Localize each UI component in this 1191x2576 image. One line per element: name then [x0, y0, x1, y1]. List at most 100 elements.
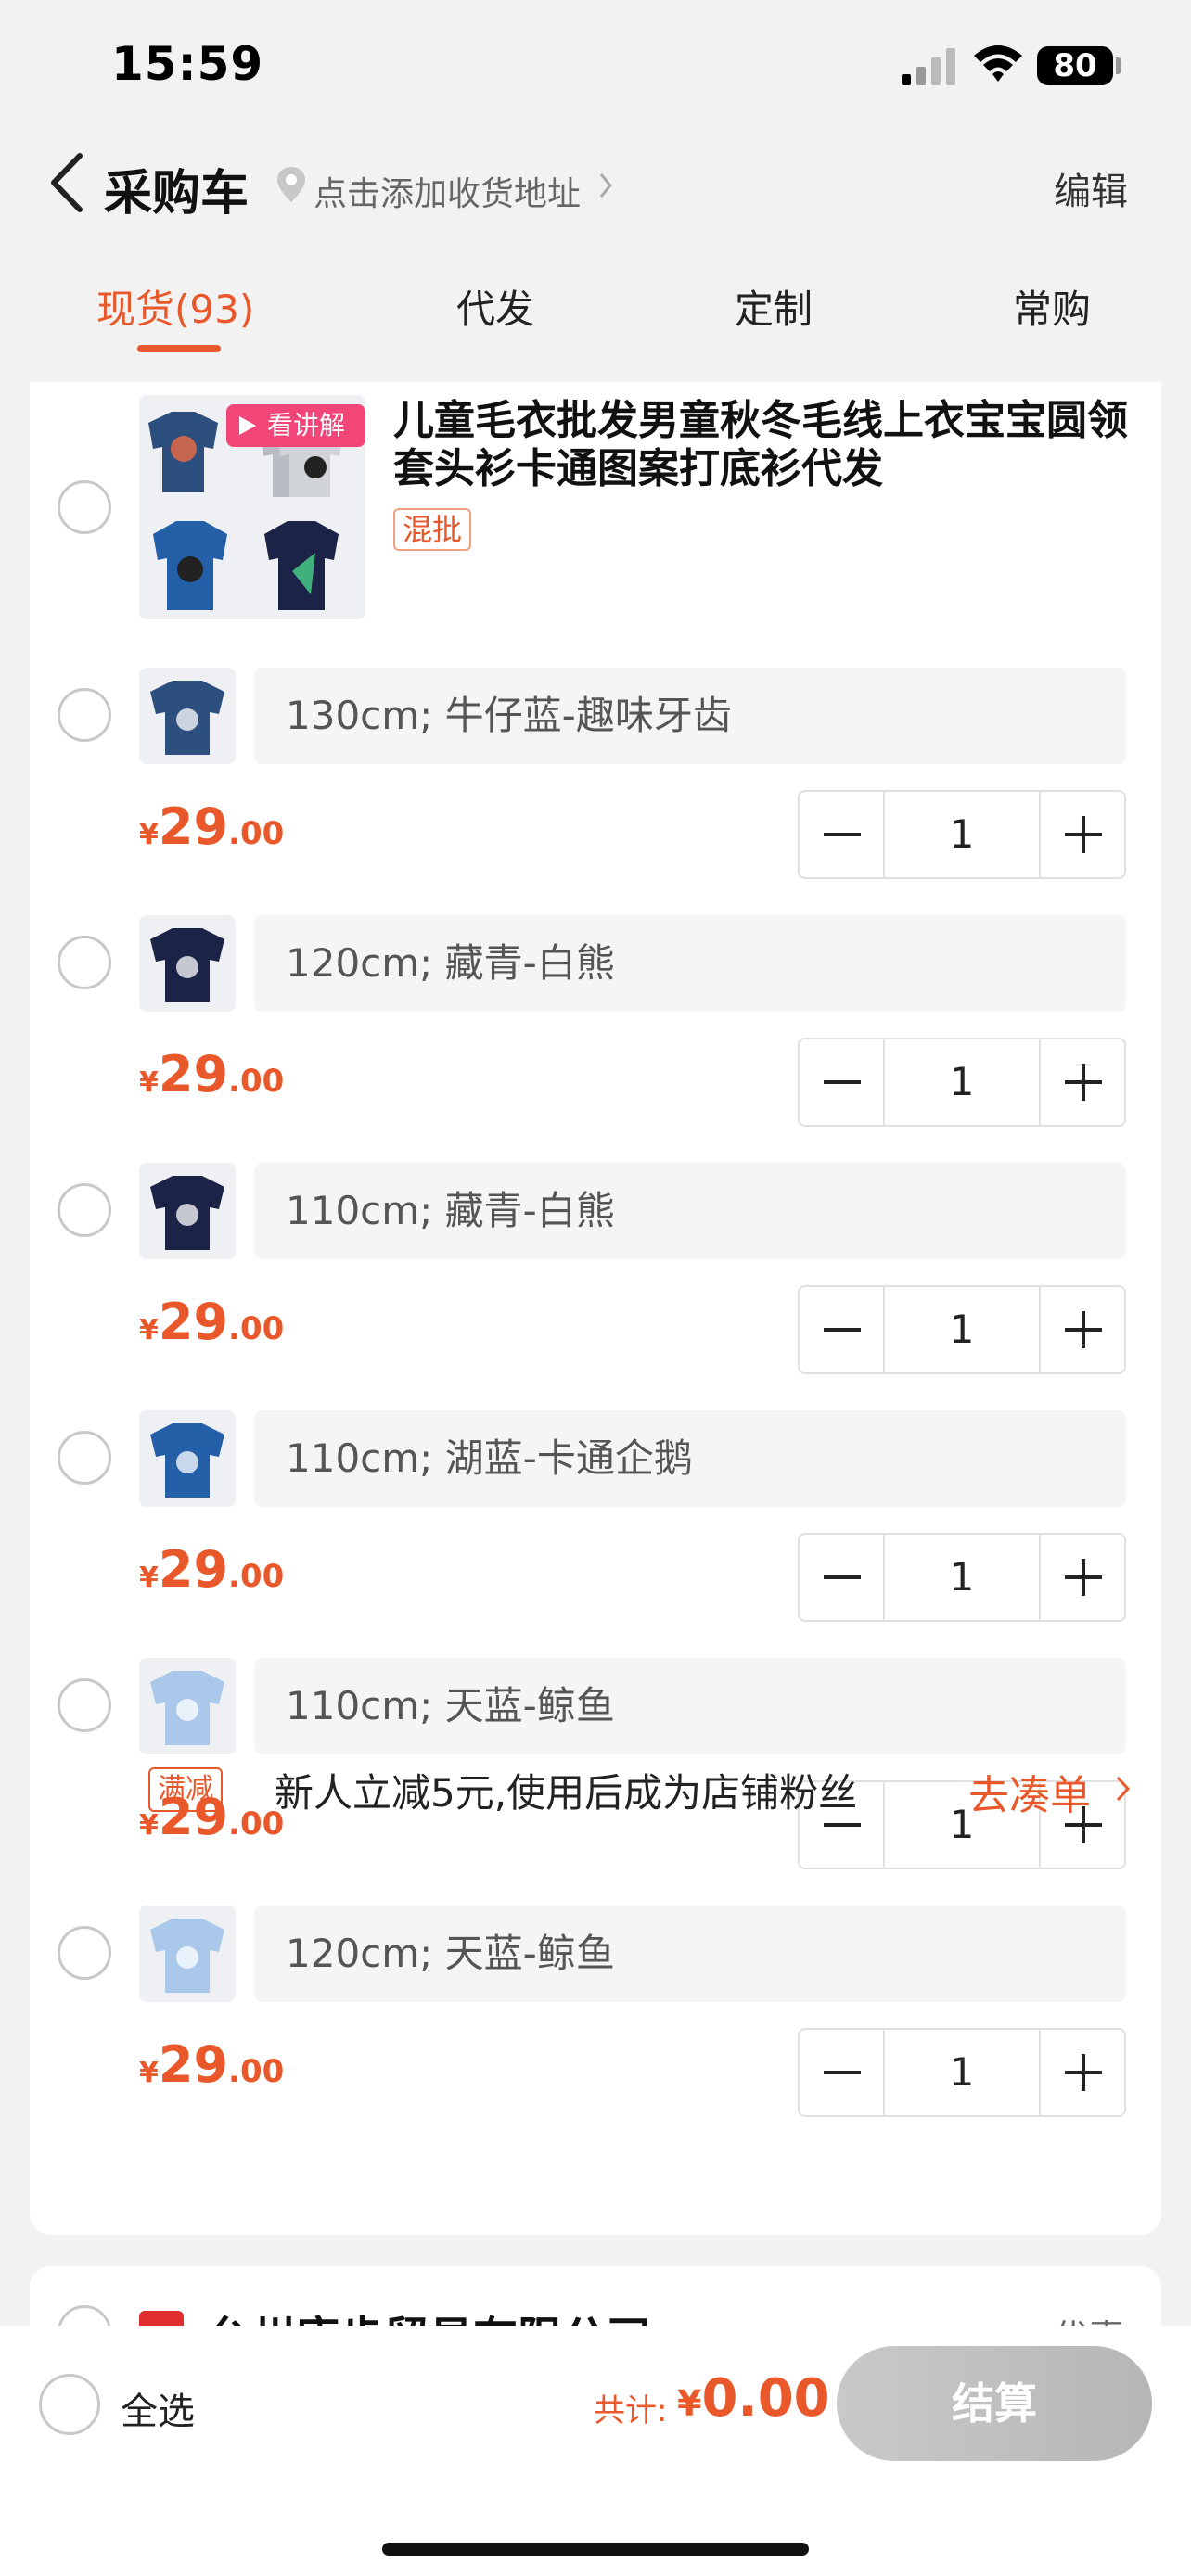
price-currency: ¥ — [139, 819, 159, 851]
sku-price: ¥29.00 — [139, 1540, 284, 1599]
minus-icon — [824, 1823, 861, 1827]
sku-select-radio[interactable] — [58, 1926, 111, 1980]
home-indicator — [382, 2543, 809, 2556]
total-label: 共计: — [594, 2392, 668, 2429]
edit-button[interactable]: 编辑 — [1054, 161, 1128, 215]
total-value: 0.00 — [701, 2368, 830, 2429]
tab-custom[interactable]: 定制 — [735, 278, 813, 335]
sku-thumbnail[interactable] — [139, 915, 236, 1012]
sku-thumbnail[interactable] — [139, 1906, 236, 2002]
quantity-value[interactable]: 1 — [885, 2030, 1039, 2115]
tab-frequent[interactable]: 常购 — [1013, 278, 1091, 335]
price-currency: ¥ — [139, 1066, 159, 1099]
product-select-radio[interactable] — [58, 480, 111, 534]
quantity-value[interactable]: 1 — [885, 1039, 1039, 1125]
plus-icon-bar — [1082, 816, 1085, 853]
minus-icon — [824, 833, 861, 836]
increase-button[interactable] — [1039, 1287, 1124, 1372]
decrease-button[interactable] — [800, 1287, 885, 1372]
sku-spec[interactable]: 110cm; 天蓝-鲸鱼 — [254, 1658, 1126, 1754]
price-integer: 29 — [158, 2035, 229, 2094]
price-currency: ¥ — [139, 1562, 159, 1594]
sku-spec[interactable]: 110cm; 藏青-白熊 — [254, 1163, 1126, 1259]
decrease-button[interactable] — [800, 2030, 885, 2115]
tab-in-stock[interactable]: 现货(93) — [96, 278, 254, 335]
chevron-right-icon — [599, 173, 612, 198]
sku-select-radio[interactable] — [58, 688, 111, 742]
increase-button[interactable] — [1039, 1039, 1124, 1125]
signal-icon — [902, 48, 955, 85]
sku-thumbnail[interactable] — [139, 1163, 236, 1259]
increase-button[interactable] — [1039, 792, 1124, 877]
sku-spec[interactable]: 110cm; 湖蓝-卡通企鹅 — [254, 1410, 1126, 1507]
sku-thumbnail-graphic — [139, 1163, 236, 1259]
play-icon — [239, 416, 256, 435]
battery-indicator: 80 — [1037, 46, 1113, 85]
sku-thumbnail[interactable] — [139, 1658, 236, 1754]
quantity-value[interactable]: 1 — [885, 792, 1039, 877]
mixed-batch-tag: 混批 — [393, 508, 472, 551]
location-pin-icon[interactable] — [275, 165, 308, 204]
minus-icon — [824, 1328, 861, 1332]
status-time: 15:59 — [111, 37, 264, 91]
sku-price: ¥29.00 — [139, 1045, 284, 1103]
sku-thumbnail[interactable] — [139, 668, 236, 764]
select-all-radio[interactable] — [39, 2374, 100, 2435]
decrease-button[interactable] — [800, 1039, 885, 1125]
minus-icon — [824, 2071, 861, 2074]
tab-dropship[interactable]: 代发 — [456, 278, 534, 335]
sku-thumbnail-graphic — [139, 915, 236, 1012]
price-currency: ¥ — [139, 2057, 159, 2089]
quantity-value[interactable]: 1 — [885, 1287, 1039, 1372]
price-decimal: .00 — [228, 1310, 285, 1347]
add-address-link[interactable]: 点击添加收货地址 — [314, 167, 581, 215]
plus-icon-bar — [1082, 1311, 1085, 1348]
cart-page: 15:59 80 采购车 点击添加收货地址 编辑 现货(93) 代发 定制 常购… — [0, 0, 1191, 2576]
back-arrow-icon[interactable] — [45, 150, 91, 215]
checkout-button[interactable]: 结算 — [837, 2346, 1152, 2461]
add-more-link[interactable]: 去凑单 — [968, 1762, 1091, 1821]
battery-tip — [1116, 57, 1121, 74]
nav-bar: 采购车 点击添加收货地址 编辑 — [0, 130, 1191, 241]
quantity-value[interactable]: 1 — [885, 1535, 1039, 1620]
increase-button[interactable] — [1039, 1535, 1124, 1620]
price-integer: 29 — [158, 1540, 229, 1599]
sku-price: ¥29.00 — [139, 2035, 284, 2094]
sku-select-radio[interactable] — [58, 936, 111, 989]
promo-text: 新人立减5元,使用后成为店铺粉丝 — [275, 1770, 858, 1816]
cart-tabs: 现货(93) 代发 定制 常购 — [0, 269, 1191, 371]
quantity-stepper: 1 — [798, 1533, 1126, 1622]
plus-icon-bar — [1082, 1559, 1085, 1596]
price-integer: 29 — [158, 1045, 229, 1103]
sku-thumbnail-graphic — [139, 1906, 236, 2002]
minus-icon — [824, 1080, 861, 1084]
price-decimal: .00 — [228, 1558, 285, 1595]
price-currency: ¥ — [139, 1809, 159, 1842]
price-decimal: .00 — [228, 1063, 285, 1100]
plus-icon-bar — [1082, 1064, 1085, 1101]
sku-select-radio[interactable] — [58, 1183, 111, 1237]
sku-spec[interactable]: 120cm; 藏青-白熊 — [254, 915, 1126, 1012]
checkout-bar: 全选 共计: ¥0.00 结算 — [0, 2326, 1191, 2576]
sku-price: ¥29.00 — [139, 797, 284, 856]
total-amount: ¥0.00 — [677, 2368, 830, 2429]
decrease-button[interactable] — [800, 792, 885, 877]
sku-select-radio[interactable] — [58, 1431, 111, 1485]
product-title[interactable]: 儿童毛衣批发男童秋冬毛线上衣宝宝圆领套头衫卡通图案打底衫代发 — [393, 397, 1145, 493]
sku-thumbnail-graphic — [139, 1658, 236, 1754]
sku-spec[interactable]: 120cm; 天蓝-鲸鱼 — [254, 1906, 1126, 2002]
total-currency: ¥ — [677, 2383, 702, 2424]
select-all-label[interactable]: 全选 — [121, 2381, 195, 2435]
quantity-stepper: 1 — [798, 1285, 1126, 1374]
active-tab-indicator — [137, 345, 221, 352]
sku-thumbnail[interactable] — [139, 1410, 236, 1507]
sku-spec[interactable]: 130cm; 牛仔蓝-趣味牙齿 — [254, 668, 1126, 764]
price-integer: 29 — [158, 797, 229, 856]
increase-button[interactable] — [1039, 2030, 1124, 2115]
sku-select-radio[interactable] — [58, 1678, 111, 1732]
sku-thumbnail-graphic — [139, 1410, 236, 1507]
sku-thumbnail-graphic — [139, 668, 236, 764]
product-card: 看讲解 儿童毛衣批发男童秋冬毛线上衣宝宝圆领套头衫卡通图案打底衫代发 混批 13… — [30, 382, 1161, 2235]
wifi-icon — [974, 45, 1022, 82]
decrease-button[interactable] — [800, 1535, 885, 1620]
